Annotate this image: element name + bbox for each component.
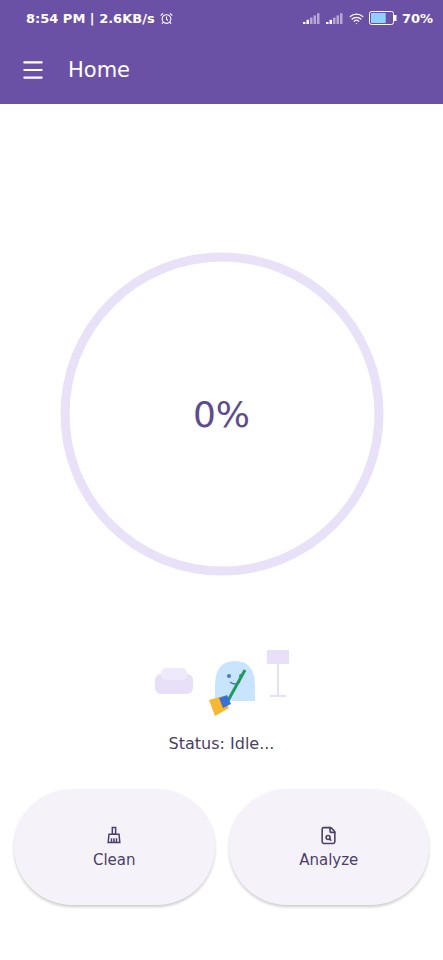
battery-text: 70%: [402, 11, 433, 26]
app-screen: 8:54 PM | 2.6KB/s 70% Home 0% Status: Idle..…: [0, 0, 443, 960]
signal-icon: [303, 12, 321, 24]
alarm-icon: [160, 12, 173, 25]
app-bar: Home: [0, 36, 443, 104]
app-bar-title: Home: [68, 58, 130, 82]
status-bar: 8:54 PM | 2.6KB/s 70%: [0, 0, 443, 36]
file-search-icon: [319, 826, 338, 845]
broom-icon: [104, 825, 124, 845]
wifi-icon: [349, 11, 364, 26]
status-time: 8:54 PM | 2.6KB/s: [26, 11, 155, 26]
cleaning-illustration-icon: [147, 646, 297, 716]
main-content: 0% Status: Idle... Clean Analyze: [0, 104, 443, 960]
button-row: Clean Analyze: [0, 789, 443, 905]
progress-ring: 0%: [60, 252, 384, 576]
progress-label: 0%: [193, 394, 250, 435]
battery-icon: [369, 11, 397, 25]
clean-button[interactable]: Clean: [14, 789, 215, 905]
button-label: Clean: [93, 851, 136, 869]
signal-icon: [326, 12, 344, 24]
button-label: Analyze: [299, 851, 358, 869]
status-text: Status: Idle...: [169, 734, 275, 753]
analyze-button[interactable]: Analyze: [229, 789, 430, 905]
menu-icon[interactable]: [20, 57, 46, 83]
